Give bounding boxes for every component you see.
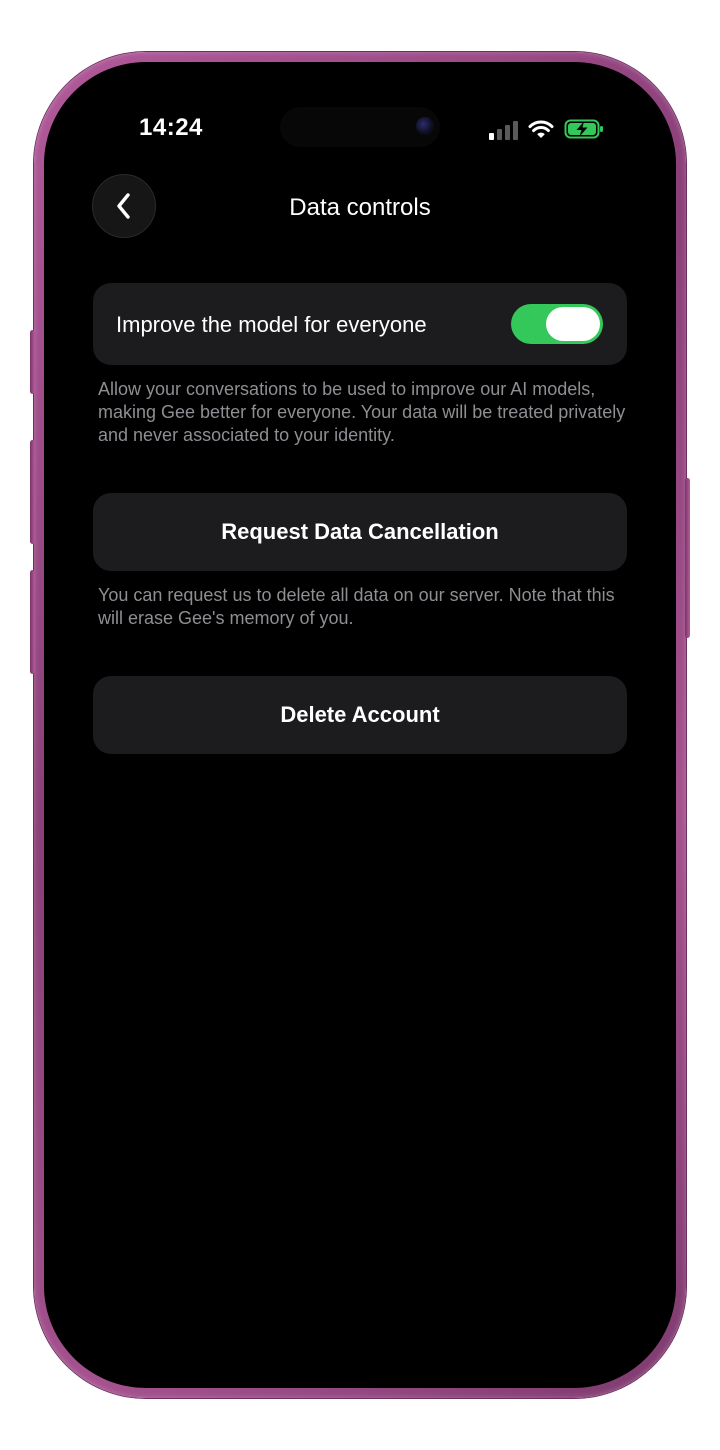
battery-charging-icon — [564, 119, 603, 139]
improve-model-toggle[interactable] — [511, 304, 603, 344]
toggle-knob — [546, 307, 600, 341]
volume-up-button — [30, 440, 35, 544]
action-button — [30, 330, 35, 394]
page-title: Data controls — [289, 194, 431, 221]
signal-icon — [489, 121, 518, 140]
status-bar: 14:24 — [44, 62, 676, 147]
improve-model-label: Improve the model for everyone — [116, 312, 427, 337]
delete-account-button[interactable]: Delete Account — [93, 676, 627, 754]
volume-down-button — [30, 570, 35, 674]
wifi-icon — [528, 120, 554, 138]
screen: 14:24 Data controls Improve the model fo… — [44, 62, 676, 1388]
data-cancellation-description: You can request us to delete all data on… — [98, 585, 615, 628]
status-time: 14:24 — [139, 114, 203, 141]
improve-model-description: Allow your conversations to be used to i… — [98, 379, 626, 445]
improve-model-row: Improve the model for everyone — [93, 283, 627, 365]
camera-icon — [416, 117, 434, 135]
request-data-cancellation-button[interactable]: Request Data Cancellation — [93, 493, 627, 571]
power-button — [685, 478, 690, 638]
